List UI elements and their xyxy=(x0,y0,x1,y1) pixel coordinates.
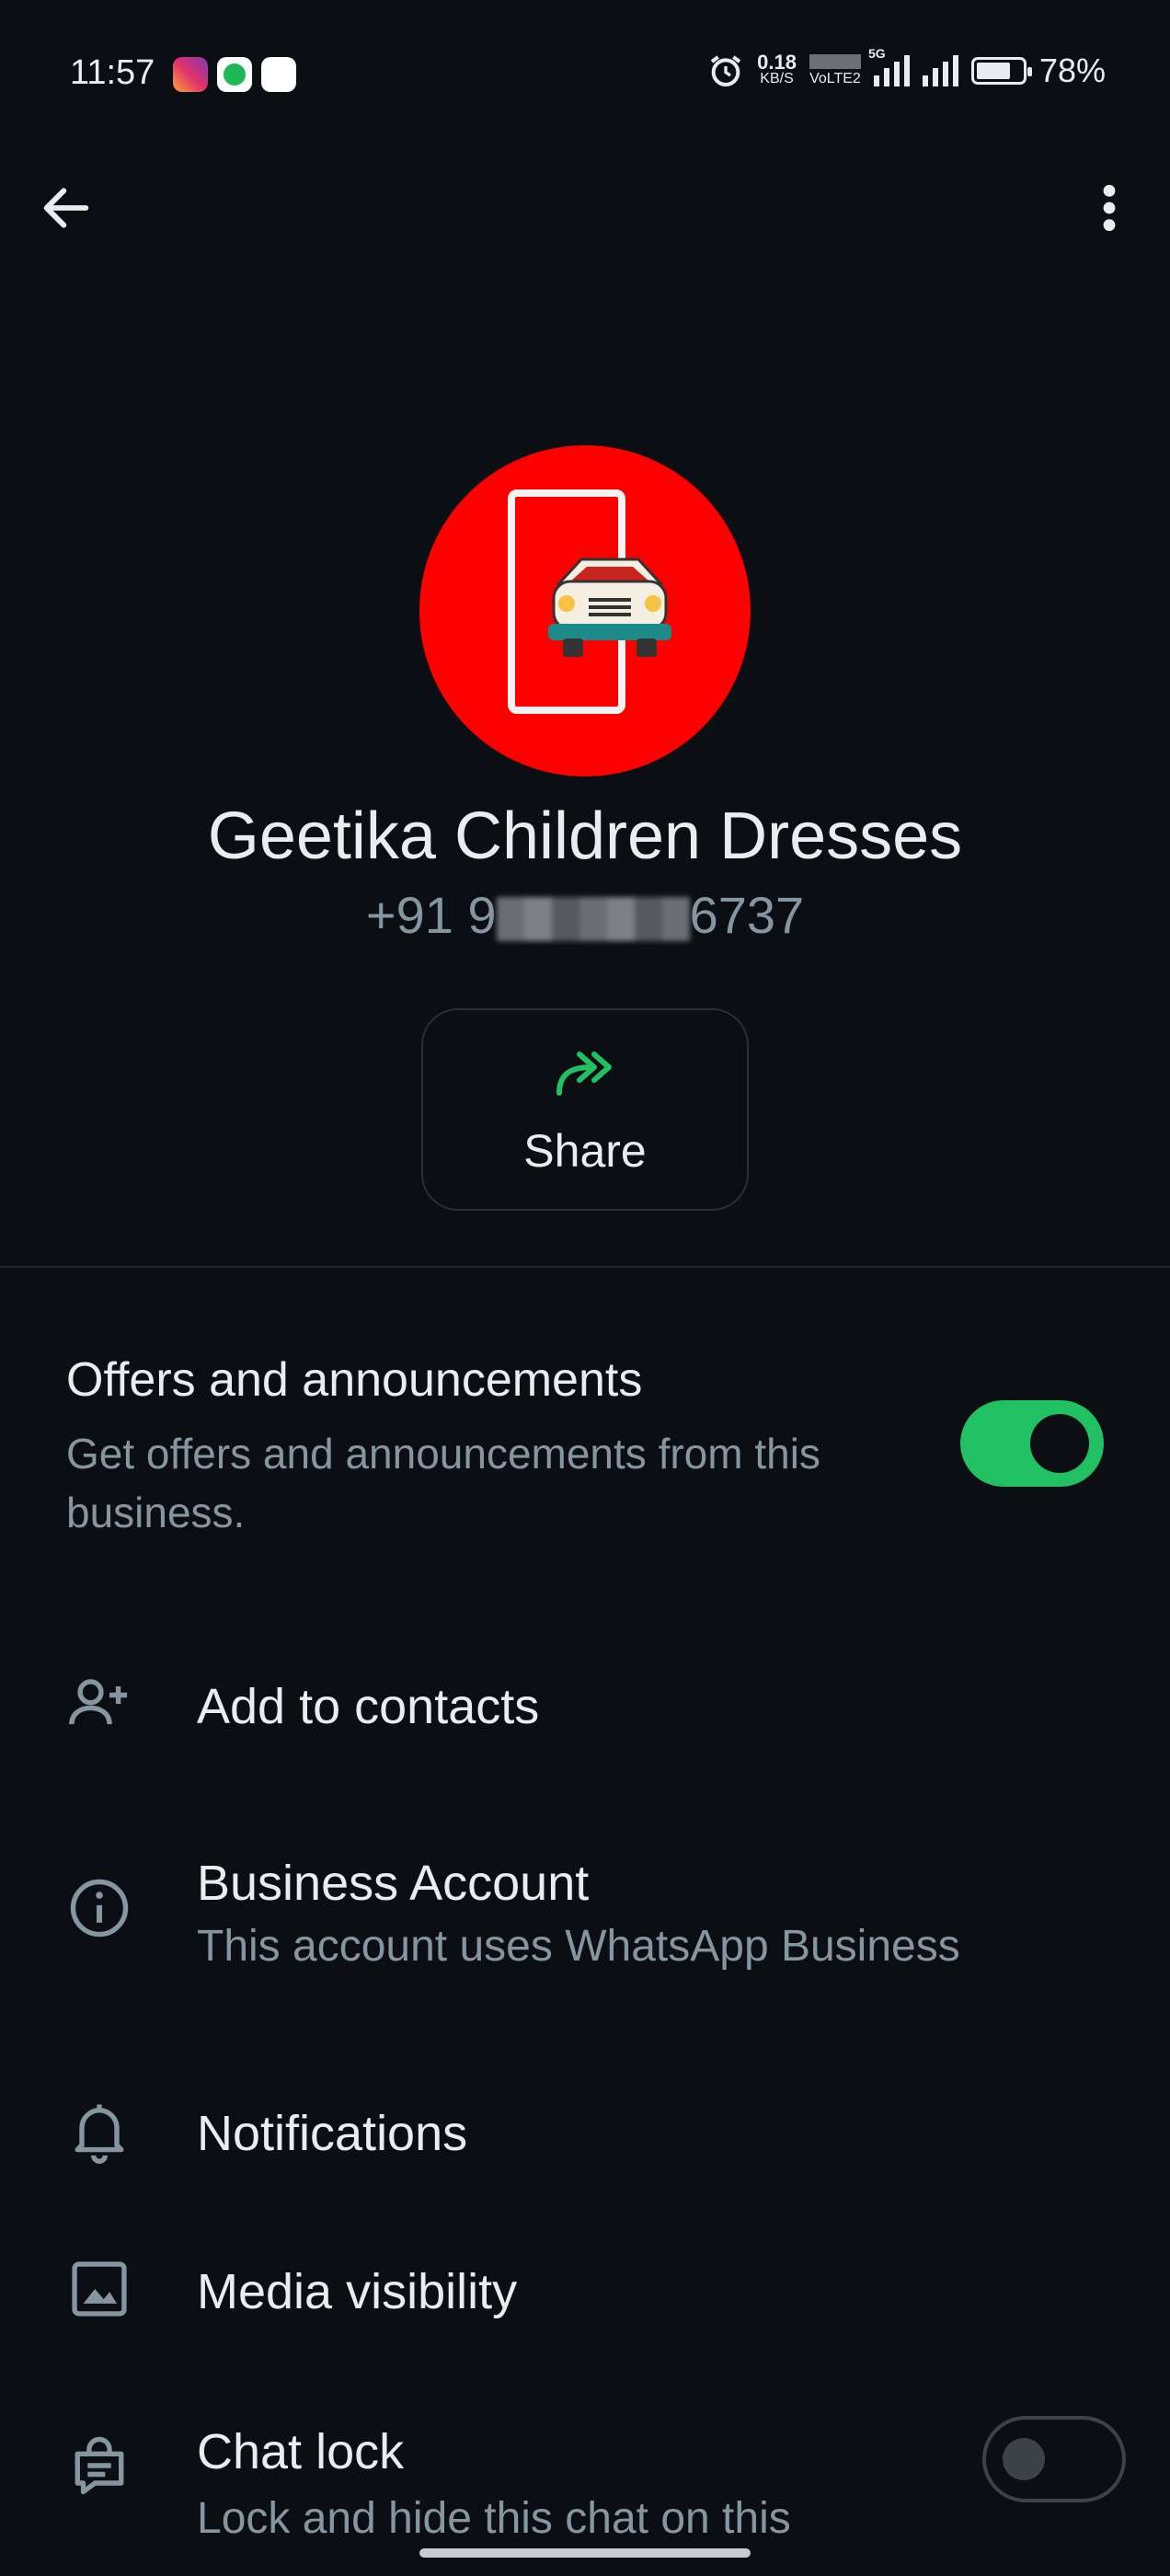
spotify-icon xyxy=(217,57,252,92)
contact-phone: +91 9 6737 xyxy=(365,886,805,944)
business-account-row[interactable]: Business Account This account uses Whats… xyxy=(0,1836,1170,1984)
offers-title: Offers and announcements xyxy=(66,1353,643,1407)
more-vert-icon xyxy=(1103,184,1116,232)
signal-5g: 5G xyxy=(868,46,910,86)
business-account-subtitle: This account uses WhatsApp Business xyxy=(197,1922,960,1971)
instagram-icon xyxy=(173,57,208,92)
contact-name: Geetika Children Dresses xyxy=(207,799,963,873)
net-speed: 0.18 KB/S xyxy=(757,51,797,87)
media-visibility-label: Media visibility xyxy=(197,2264,518,2319)
share-label: Share xyxy=(523,1125,647,1177)
media-visibility-row[interactable]: Media visibility xyxy=(0,2232,1170,2346)
chat-lock-toggle[interactable] xyxy=(982,2416,1126,2502)
section-divider xyxy=(0,1266,1170,1268)
chat-lock-title: Chat lock xyxy=(197,2424,405,2479)
squarify-app-icon xyxy=(261,57,296,92)
back-button[interactable] xyxy=(37,178,96,237)
person-add-icon xyxy=(69,1679,128,1725)
add-to-contacts-label: Add to contacts xyxy=(197,1679,540,1734)
home-indicator[interactable] xyxy=(419,2548,751,2558)
signal-icon xyxy=(922,55,958,86)
offers-subtitle: Get offers and announcements from this b… xyxy=(66,1430,820,1536)
chat-lock-subtitle: Lock and hide this chat on this xyxy=(197,2494,791,2536)
status-right: 0.18 KB/S VoLTE2 5G 78% xyxy=(707,46,1106,90)
share-forward-icon xyxy=(556,1052,612,1096)
battery-percent: 78% xyxy=(1038,52,1106,89)
notifications-label: Notifications xyxy=(197,2106,468,2161)
redacted-digits xyxy=(496,897,690,942)
business-account-title: Business Account xyxy=(197,1856,590,1911)
chat-lock-icon xyxy=(75,2436,124,2495)
status-bar: 11:57 0.18 KB/S VoLTE2 5G 78% xyxy=(0,0,1170,147)
offers-toggle[interactable] xyxy=(960,1400,1104,1487)
battery-icon xyxy=(970,57,1032,85)
alarm-icon xyxy=(710,55,741,86)
car-door-logo xyxy=(508,489,671,714)
share-button[interactable]: Share xyxy=(421,1008,749,1211)
arrow-left-icon xyxy=(43,188,89,228)
profile-avatar[interactable] xyxy=(419,445,751,776)
toggle-knob xyxy=(1030,1414,1089,1473)
volte-indicator: VoLTE2 xyxy=(809,54,861,87)
bell-icon xyxy=(75,2104,124,2164)
add-to-contacts-row[interactable]: Add to contacts xyxy=(0,1647,1170,1761)
status-time: 11:57 xyxy=(70,53,155,92)
image-icon xyxy=(72,2261,127,2317)
more-options-button[interactable] xyxy=(1091,178,1128,237)
notifications-row[interactable]: Notifications xyxy=(0,2074,1170,2188)
info-icon xyxy=(70,1879,129,1938)
toggle-knob xyxy=(1003,2438,1045,2480)
